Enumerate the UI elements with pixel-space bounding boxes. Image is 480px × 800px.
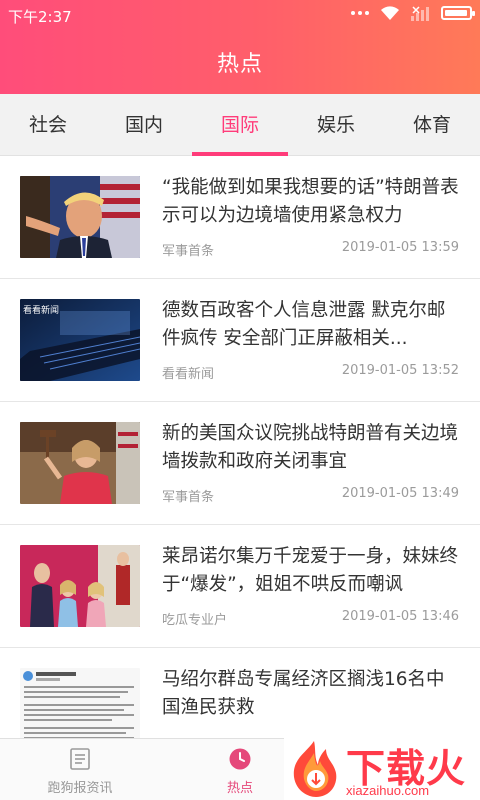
news-title: 德数百政客个人信息泄露 默克尔邮件疯传 安全部门正屏蔽相关... [162,300,446,349]
news-date: 2019-01-05 13:49 [341,486,459,501]
dots-icon [351,11,369,15]
tab-society[interactable]: 社会 [0,94,96,156]
news-title: “我能做到如果我想要的话”特朗普表示可以为边境墙使用紧急权力 [162,177,459,226]
news-feed: “我能做到如果我想要的话”特朗普表示可以为边境墙使用紧急权力 军事首条 2019… [0,156,480,738]
battery-icon [441,6,475,20]
photo-speaker-gavel [20,422,140,504]
news-date: 2019-01-05 13:52 [341,363,459,378]
news-date: 2019-01-05 13:46 [341,609,459,624]
status-icons [351,5,475,21]
news-item[interactable]: 马绍尔群岛专属经济区搁浅16名中国渔民获救 [0,648,480,738]
news-thumbnail [20,545,140,627]
status-time: 下午2:37 [8,8,72,26]
wifi-icon [381,6,399,20]
news-source: 吃瓜专业户 [162,613,228,628]
photo-royal-family [20,545,140,627]
photo-laptop-keyboard: 看看新闻 [20,299,140,381]
status-bar: 下午2:37 [0,0,480,30]
clock-icon [229,748,251,770]
news-thumbnail [20,668,140,738]
news-title: 马绍尔群岛专属经济区搁浅16名中国渔民获救 [162,669,445,718]
tab-domestic[interactable]: 国内 [96,94,192,156]
news-item[interactable]: “我能做到如果我想要的话”特朗普表示可以为边境墙使用紧急权力 军事首条 2019… [0,156,480,279]
signal-icon [411,6,429,21]
news-thumbnail: 看看新闻 [20,299,140,381]
news-date: 2019-01-05 13:59 [341,240,459,255]
news-thumbnail [20,422,140,504]
app-screen: 下午2:37 热点 社会 国内 国际 娱乐 体育 “我能做到如果我想要的话”特朗… [0,0,480,800]
page-title: 热点 [216,52,263,77]
nav-hot[interactable]: 热点 [160,739,320,800]
news-title: 新的美国众议院挑战特朗普有关边境墙拨款和政府关闭事宜 [162,423,459,472]
tab-entertainment[interactable]: 娱乐 [288,94,384,156]
header-bar: 下午2:37 热点 [0,0,480,94]
news-item[interactable]: 看看新闻 德数百政客个人信息泄露 默克尔邮件疯传 安全部门正屏蔽相关... 看看… [0,279,480,402]
photo-social-post [20,668,140,738]
nav-third[interactable] [320,739,480,800]
news-item[interactable]: 新的美国众议院挑战特朗普有关边境墙拨款和政府关闭事宜 军事首条 2019-01-… [0,402,480,525]
tab-international[interactable]: 国际 [192,94,288,156]
news-title: 莱昂诺尔集万千宠爱于一身，妹妹终于“爆发”，姐姐不哄反而嘲讽 [162,546,459,595]
thumb-caption: 看看新闻 [23,304,59,316]
category-tabs: 社会 国内 国际 娱乐 体育 [0,94,480,156]
news-source: 军事首条 [162,490,215,505]
news-source: 看看新闻 [162,367,215,382]
news-item[interactable]: 莱昂诺尔集万千宠爱于一身，妹妹终于“爆发”，姐姐不哄反而嘲讽 吃瓜专业户 201… [0,525,480,648]
news-thumbnail [20,176,140,258]
nav-label: 热点 [226,781,253,796]
bottom-nav: 跑狗报资讯 热点 [0,738,480,800]
list-icon [70,748,90,770]
nav-label: 跑狗报资讯 [47,781,113,796]
photo-trump-pointing [20,176,140,258]
nav-news[interactable]: 跑狗报资讯 [0,739,160,800]
news-source: 军事首条 [162,244,215,259]
tab-sports[interactable]: 体育 [384,94,480,156]
